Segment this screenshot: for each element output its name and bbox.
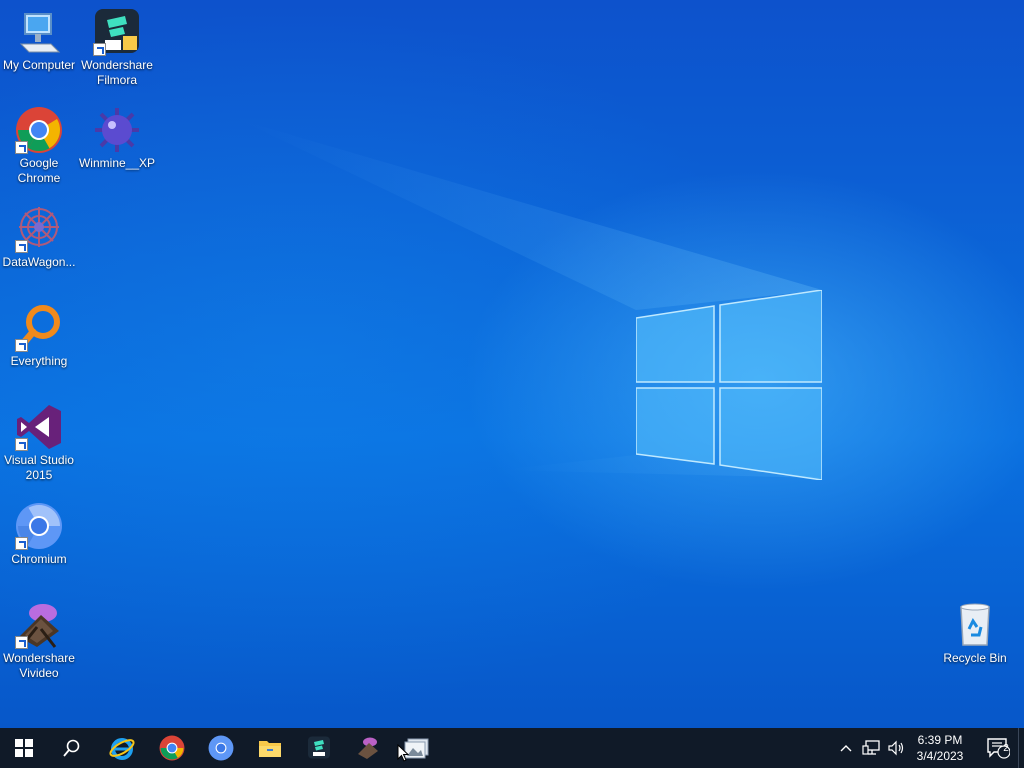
desktop-icon-wondershare-vivideo[interactable]: Wondershare Vivideo xyxy=(0,601,78,681)
desktop-icon-google-chrome[interactable]: Google Chrome xyxy=(0,106,78,186)
internet-explorer-icon xyxy=(109,738,135,760)
desktop-icon-label: Wondershare Filmora xyxy=(81,58,153,87)
vivideo-icon xyxy=(15,601,63,649)
desktop-icon-label: Chromium xyxy=(11,552,67,566)
desktop-icon-recycle-bin[interactable]: Recycle Bin xyxy=(936,601,1014,666)
start-button[interactable] xyxy=(0,728,48,768)
desktop-icon-label: My Computer xyxy=(2,58,76,72)
network-icon xyxy=(862,740,880,755)
action-center-button[interactable]: 2 xyxy=(978,728,1018,768)
vivideo-icon xyxy=(358,737,378,759)
desktop-icon-label: Google Chrome xyxy=(17,156,61,185)
notification-count-badge: 2 xyxy=(1003,743,1009,754)
clock-date: 3/4/2023 xyxy=(916,749,964,763)
search-icon xyxy=(63,739,80,757)
chrome-icon xyxy=(159,735,185,761)
desktop-icon-winmine-xp[interactable]: Winmine__XP xyxy=(78,106,156,171)
desktop-icon-label: Visual Studio 2015 xyxy=(4,453,74,482)
start-icon xyxy=(15,739,33,757)
computer-icon xyxy=(15,8,63,56)
desktop-icon-label: DataWagon... xyxy=(2,255,76,269)
desktop-icon-label: Winmine__XP xyxy=(78,156,156,170)
mine-icon xyxy=(93,106,141,154)
file-explorer-icon xyxy=(259,741,281,757)
clock[interactable]: 6:39 PM 3/4/2023 xyxy=(910,728,970,768)
mouse-cursor xyxy=(397,744,409,762)
search-button[interactable] xyxy=(48,728,96,768)
recycle-bin-icon xyxy=(951,601,999,649)
desktop-icon-everything[interactable]: Everything xyxy=(0,304,78,369)
chrome-icon xyxy=(15,106,63,154)
desktop-icon-label: Recycle Bin xyxy=(943,651,1007,665)
taskbar-internet-explorer[interactable] xyxy=(98,728,146,768)
visual-studio-icon xyxy=(15,403,63,451)
taskbar-chromium[interactable] xyxy=(197,728,245,768)
show-desktop-button[interactable] xyxy=(1018,728,1024,768)
clock-time: 6:39 PM xyxy=(917,733,963,747)
desktop-icon-label: Wondershare Vivideo xyxy=(3,651,75,680)
chromium-icon xyxy=(208,735,234,761)
chromium-icon xyxy=(15,502,63,550)
taskbar-file-explorer[interactable] xyxy=(246,728,294,768)
filmora-icon xyxy=(93,8,141,56)
taskbar-wondershare-vivideo[interactable] xyxy=(344,728,392,768)
taskbar: 6:39 PM 3/4/2023 2 xyxy=(0,728,1024,768)
speaker-icon xyxy=(888,740,904,756)
windows-logo-wallpaper xyxy=(636,290,822,480)
volume-button[interactable] xyxy=(884,728,908,768)
taskbar-google-chrome[interactable] xyxy=(148,728,196,768)
desktop-icon-label: Everything xyxy=(10,354,68,368)
filmora-icon xyxy=(308,736,330,759)
chevron-up-icon xyxy=(840,745,852,752)
desktop-icon-datawagon[interactable]: DataWagon... xyxy=(0,205,78,270)
show-hidden-icons-button[interactable] xyxy=(834,728,858,768)
desktop-icon-visual-studio-2015[interactable]: Visual Studio 2015 xyxy=(0,403,78,483)
everything-search-icon xyxy=(15,304,63,352)
datawagon-icon xyxy=(15,205,63,253)
taskbar-wondershare-filmora[interactable] xyxy=(295,728,343,768)
network-button[interactable] xyxy=(858,728,884,768)
desktop-icon-chromium[interactable]: Chromium xyxy=(0,502,78,567)
desktop-icon-my-computer[interactable]: My Computer xyxy=(0,8,78,73)
desktop-icon-wondershare-filmora[interactable]: Wondershare Filmora xyxy=(78,8,156,88)
